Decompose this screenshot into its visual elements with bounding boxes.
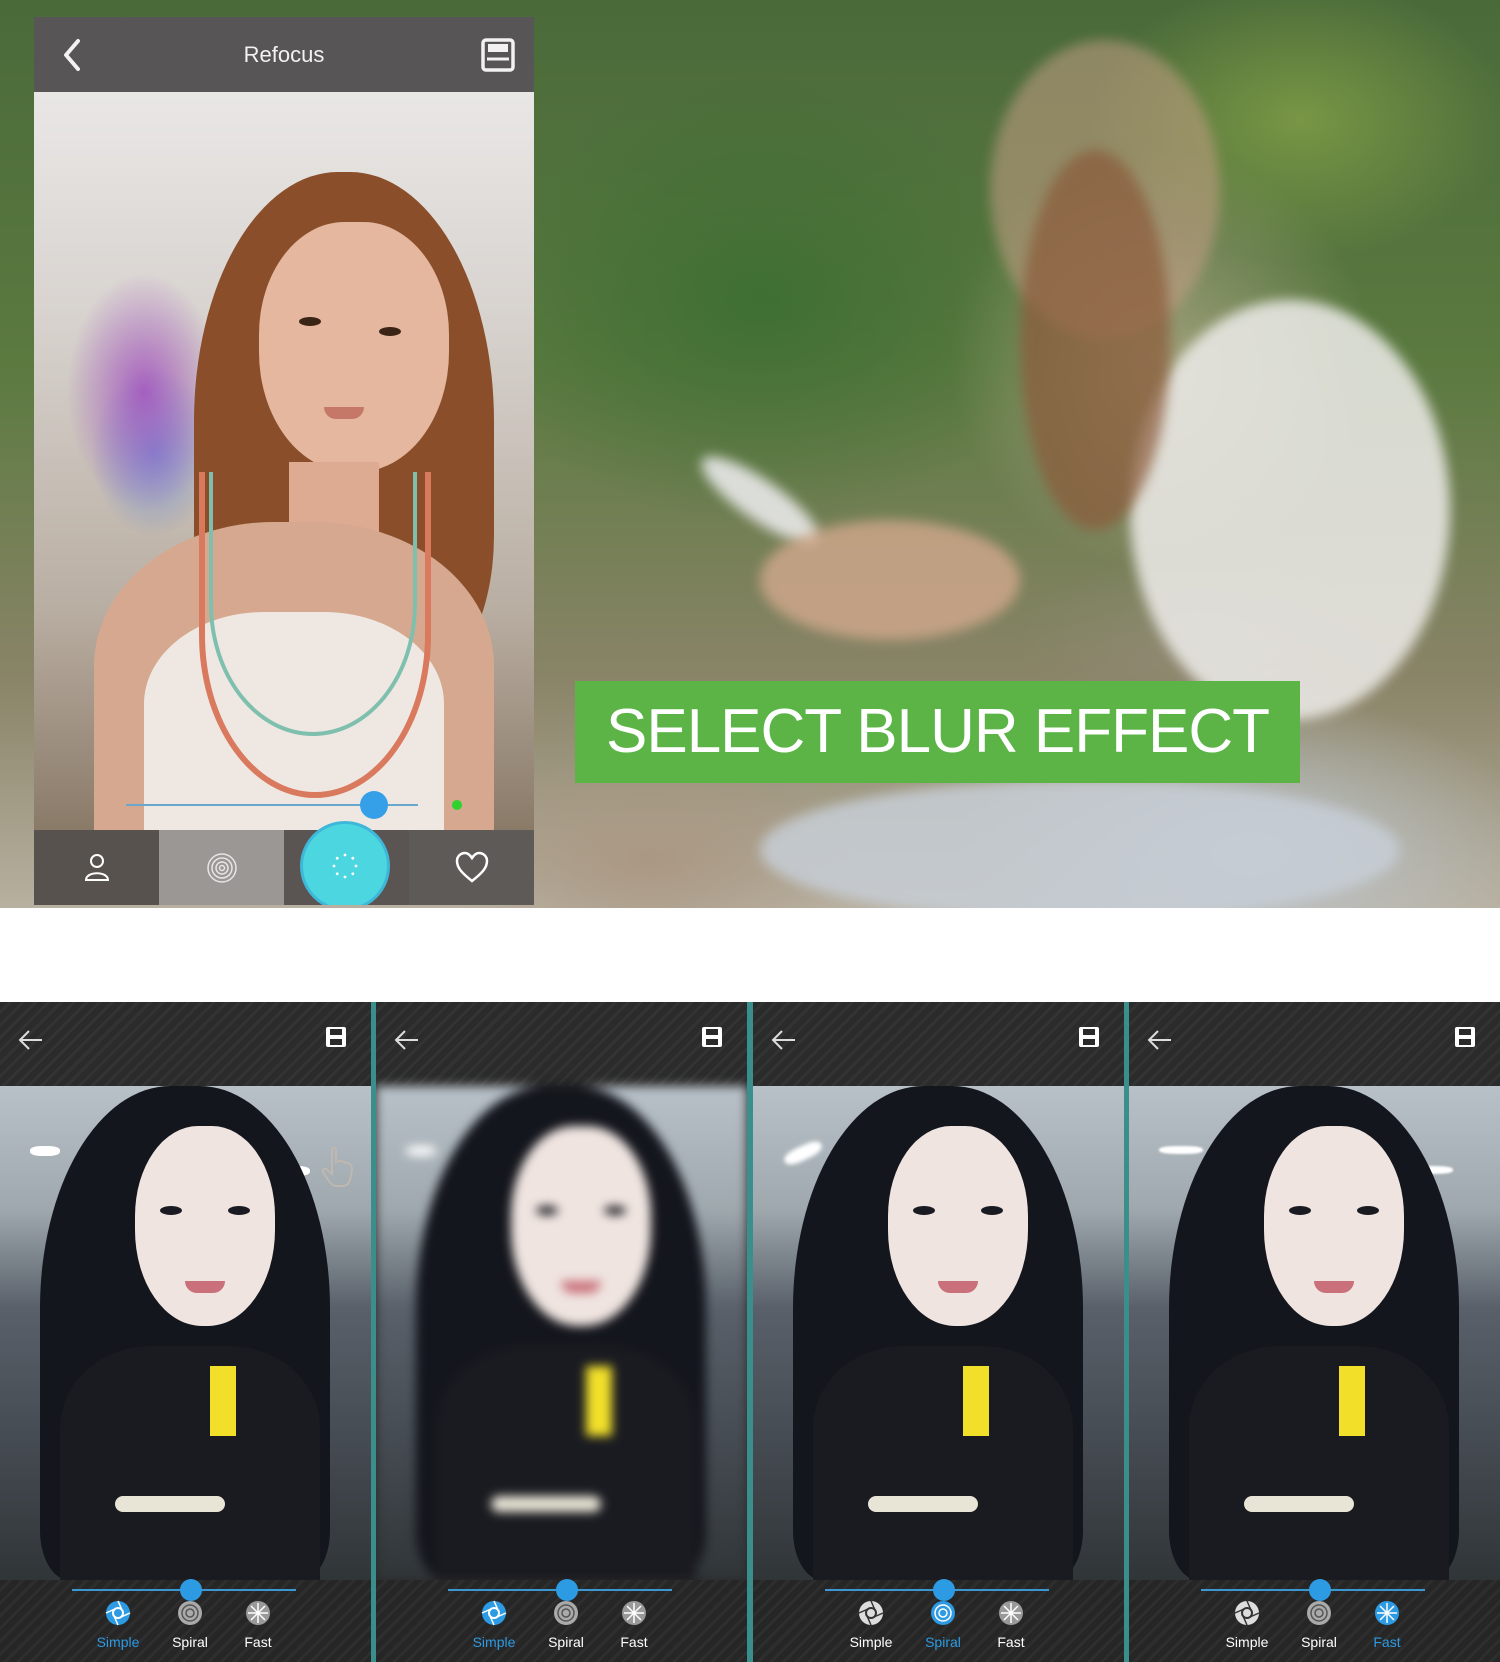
option-fast[interactable]: Fast	[604, 1600, 664, 1656]
arrow-left-icon[interactable]	[392, 1024, 424, 1056]
save-icon[interactable]	[699, 1024, 725, 1050]
panel-header	[0, 1002, 371, 1086]
slider-end-dot	[452, 800, 462, 810]
option-simple[interactable]: Simple	[88, 1600, 148, 1656]
person-mode-button[interactable]	[34, 830, 159, 905]
aperture-icon	[481, 1600, 507, 1626]
save-icon[interactable]	[1452, 1024, 1478, 1050]
option-label: Fast	[244, 1634, 272, 1650]
spiral-mode-button[interactable]	[159, 830, 284, 905]
option-spiral[interactable]: Spiral	[160, 1600, 220, 1656]
starburst-icon	[1375, 1601, 1399, 1625]
panel-header	[1129, 1002, 1500, 1086]
panel-1: Simple Spiral Fast	[0, 1002, 371, 1662]
option-label: Simple	[96, 1634, 140, 1650]
phone-toolbar	[34, 830, 534, 905]
favorite-button[interactable]	[409, 830, 534, 905]
blur-slider-knob[interactable]	[179, 1579, 202, 1601]
portrait-photo[interactable]	[376, 1086, 747, 1580]
option-fast[interactable]: Fast	[981, 1600, 1041, 1656]
option-spiral[interactable]: Spiral	[1289, 1600, 1349, 1656]
panel-4: Simple Spiral Fast	[1129, 1002, 1500, 1662]
aperture-icon	[1234, 1600, 1260, 1626]
option-label: Fast	[620, 1634, 648, 1650]
aperture-icon	[105, 1600, 131, 1626]
spiral-icon	[207, 853, 237, 883]
starburst-icon	[622, 1601, 646, 1625]
option-spiral[interactable]: Spiral	[913, 1600, 973, 1656]
option-simple[interactable]: Simple	[841, 1600, 901, 1656]
save-icon[interactable]	[323, 1024, 349, 1050]
background-hands	[760, 520, 1020, 640]
spiral-icon	[178, 1601, 202, 1625]
starburst-icon	[246, 1601, 270, 1625]
option-label: Simple	[1225, 1634, 1269, 1650]
panel-2: Simple Spiral Fast	[376, 1002, 747, 1662]
option-label: Fast	[997, 1634, 1025, 1650]
portrait-photo[interactable]	[0, 1086, 371, 1580]
phone-mockup: Refocus	[34, 17, 534, 905]
option-label: Spiral	[548, 1634, 584, 1650]
banner-text: SELECT BLUR EFFECT	[605, 697, 1270, 766]
option-label: Spiral	[172, 1634, 208, 1650]
blur-slider-knob[interactable]	[360, 791, 389, 819]
blur-slider-knob[interactable]	[555, 1579, 578, 1601]
save-icon[interactable]	[1076, 1024, 1102, 1050]
background-person-shirt	[1130, 300, 1450, 720]
arrow-left-icon[interactable]	[1145, 1024, 1177, 1056]
option-simple[interactable]: Simple	[1217, 1600, 1277, 1656]
spiral-icon	[554, 1601, 578, 1625]
option-spiral[interactable]: Spiral	[536, 1600, 596, 1656]
background-jeans	[760, 780, 1400, 908]
selfie-photo[interactable]	[34, 92, 534, 830]
hand-pointer-icon	[321, 1146, 354, 1187]
blur-dots-icon	[332, 853, 358, 879]
starburst-icon	[999, 1601, 1023, 1625]
person-icon	[84, 854, 110, 881]
option-fast[interactable]: Fast	[228, 1600, 288, 1656]
option-fast[interactable]: Fast	[1357, 1600, 1417, 1656]
arrow-left-icon[interactable]	[769, 1024, 801, 1056]
hero-background: Refocus SELECT BLUR EFFECT	[0, 0, 1500, 908]
blur-slider-knob[interactable]	[1308, 1579, 1331, 1601]
spiral-icon	[1307, 1601, 1331, 1625]
save-icon[interactable]	[478, 35, 518, 75]
option-label: Fast	[1373, 1634, 1401, 1650]
portrait-photo[interactable]	[753, 1086, 1124, 1580]
panel-header	[376, 1002, 747, 1086]
aperture-icon	[858, 1600, 884, 1626]
chevron-left-icon[interactable]	[56, 35, 92, 75]
option-simple[interactable]: Simple	[464, 1600, 524, 1656]
option-label: Spiral	[925, 1634, 961, 1650]
phone-title: Refocus	[243, 42, 325, 67]
option-label: Simple	[472, 1634, 516, 1650]
arrow-left-icon[interactable]	[16, 1024, 48, 1056]
portrait-photo[interactable]	[1129, 1086, 1500, 1580]
option-label: Spiral	[1301, 1634, 1337, 1650]
blur-slider-knob[interactable]	[932, 1579, 955, 1601]
spiral-icon	[931, 1601, 955, 1625]
panel-header	[753, 1002, 1124, 1086]
blur-mode-button[interactable]	[300, 821, 390, 905]
background-person-hair	[1020, 150, 1170, 530]
option-label: Simple	[849, 1634, 893, 1650]
panel-3: Simple Spiral Fast	[753, 1002, 1124, 1662]
heart-icon	[455, 851, 489, 883]
